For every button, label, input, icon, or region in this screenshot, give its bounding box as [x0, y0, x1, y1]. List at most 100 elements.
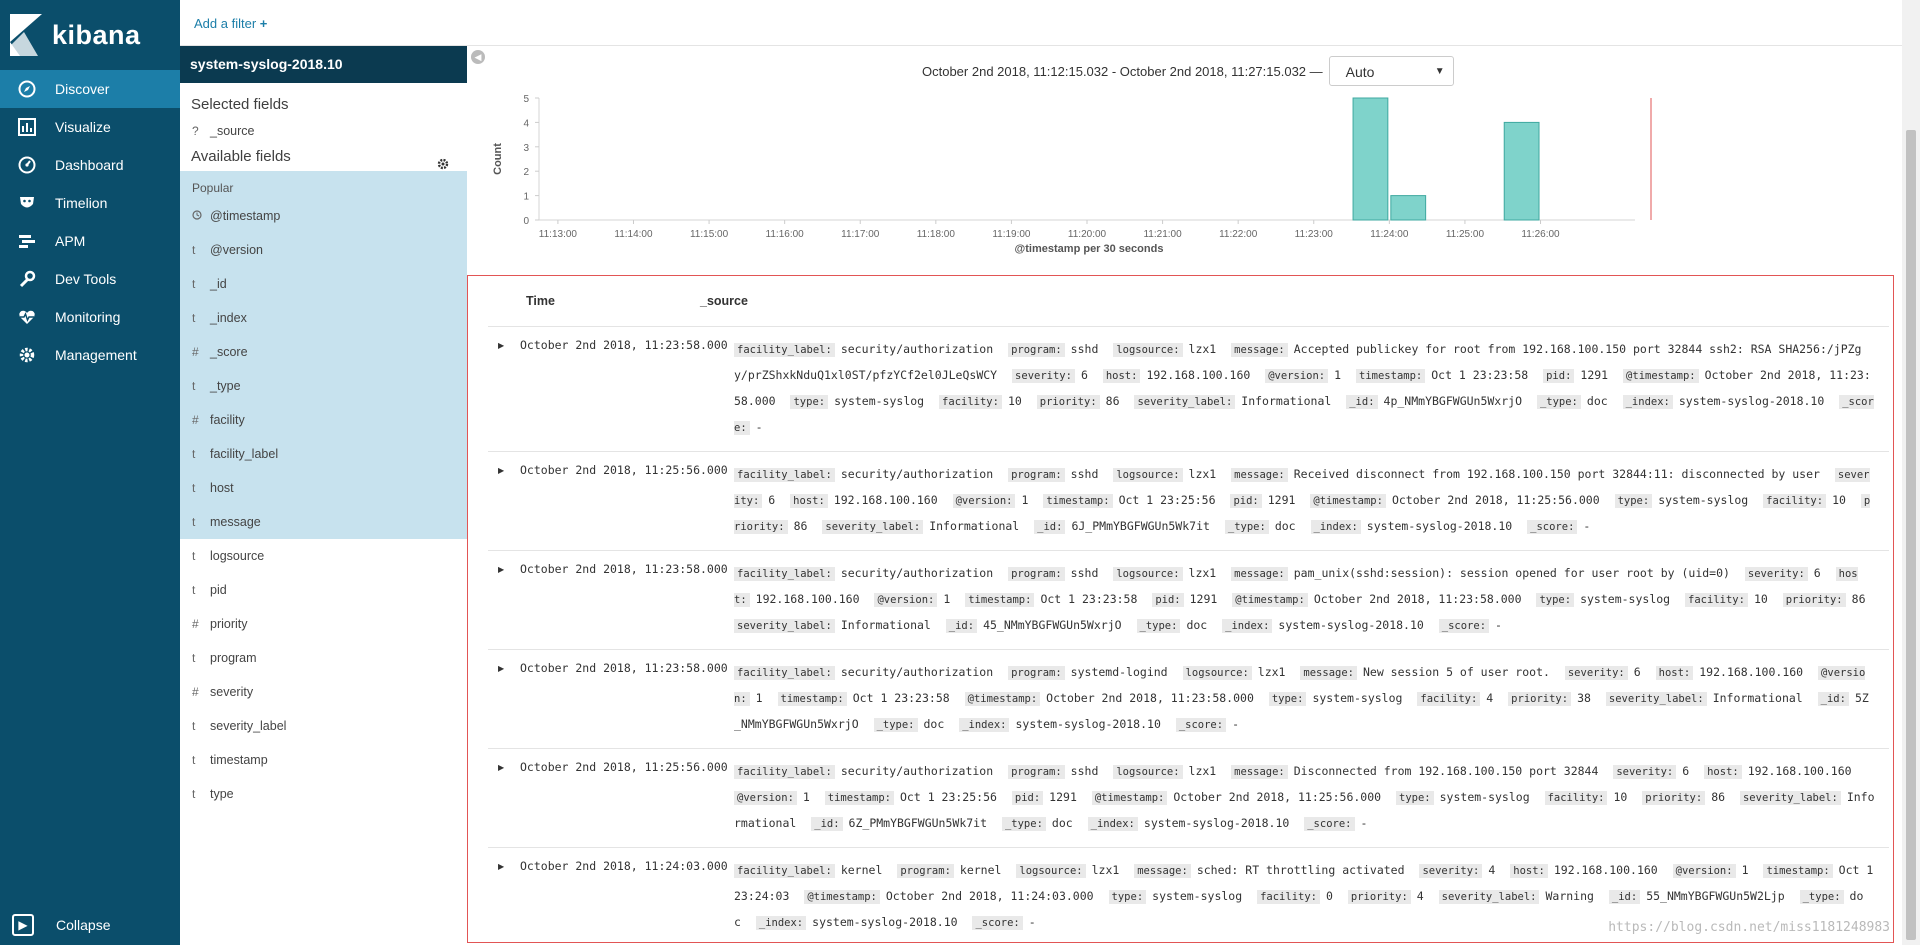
source-field-key: _index:	[1622, 395, 1673, 409]
expand-row-icon[interactable]: ▶	[488, 462, 504, 540]
histogram-bar[interactable]	[1390, 195, 1427, 221]
source-field-key: program:	[1008, 468, 1065, 482]
field-item-facility[interactable]: # facility	[180, 403, 467, 437]
field-settings-gear-icon[interactable]	[437, 152, 449, 180]
interval-value: Auto	[1345, 64, 1375, 80]
source-field-value: 6	[1682, 764, 1690, 778]
nav-item-visualize[interactable]: Visualize	[0, 108, 180, 146]
source-field-key: program:	[897, 864, 954, 878]
source-field-value: October 2nd 2018, 11:25:56.000	[1391, 493, 1600, 507]
expand-row-icon[interactable]: ▶	[488, 660, 504, 738]
source-field-key: timestamp:	[777, 692, 847, 706]
field-type-icon: #	[192, 685, 199, 699]
table-row[interactable]: ▶ October 2nd 2018, 11:23:58.000 facility_…	[488, 550, 1889, 649]
field-item-severitylabel[interactable]: t severity_label	[180, 709, 467, 743]
source-field-value: lzx1	[1257, 665, 1286, 679]
source-field-value: 6	[1080, 368, 1088, 382]
field-item-source[interactable]: ? _source	[180, 119, 467, 143]
interval-select[interactable]: Auto ▼	[1328, 56, 1454, 86]
source-field-key: type:	[1268, 692, 1307, 706]
row-source: facility_label: security/authorization pr…	[734, 561, 1889, 639]
source-field-value: October 2nd 2018, 11:25:56.000	[1173, 790, 1382, 804]
expand-row-icon[interactable]: ▶	[488, 759, 504, 837]
expand-row-icon[interactable]: ▶	[488, 337, 504, 441]
table-row[interactable]: ▶ October 2nd 2018, 11:25:56.000 facility_…	[488, 748, 1889, 847]
field-type-icon: t	[192, 787, 196, 801]
field-name: _id	[210, 277, 227, 291]
collapse-button[interactable]: ▶ Collapse	[0, 905, 180, 945]
time-range-text[interactable]: October 2nd 2018, 11:12:15.032 - October…	[922, 64, 1323, 79]
nav-item-timelion[interactable]: Timelion	[0, 184, 180, 222]
nav-item-monitoring[interactable]: Monitoring	[0, 298, 180, 336]
source-field-key: _id:	[811, 817, 843, 831]
field-item-timestamp[interactable]: t timestamp	[180, 743, 467, 777]
field-item-severity[interactable]: # severity	[180, 675, 467, 709]
nav-item-apm[interactable]: APM	[0, 222, 180, 260]
source-field-key: logsource:	[1113, 468, 1183, 482]
nav-item-dashboard[interactable]: Dashboard	[0, 146, 180, 184]
source-field-key: _index:	[1222, 619, 1273, 633]
field-item-timestamp[interactable]: @timestamp	[180, 199, 467, 233]
table-row[interactable]: ▶ October 2nd 2018, 11:25:56.000 facility_…	[488, 451, 1889, 550]
field-item-facilitylabel[interactable]: t facility_label	[180, 437, 467, 471]
page-scrollbar[interactable]	[1902, 0, 1920, 945]
histogram-bar[interactable]	[1503, 121, 1540, 221]
nav-item-management[interactable]: Management	[0, 336, 180, 374]
source-field-key: severity_label:	[822, 520, 924, 534]
expand-row-icon[interactable]: ▶	[488, 561, 504, 639]
source-field-key: timestamp:	[1356, 369, 1426, 383]
source-field-value: 1291	[1189, 592, 1218, 606]
nav-item-discover[interactable]: Discover	[0, 70, 180, 108]
time-column-header[interactable]: Time	[468, 294, 700, 308]
source-field-key: priority:	[1508, 692, 1572, 706]
source-field-key: type:	[1108, 890, 1147, 904]
kibana-logo[interactable]: kibana	[0, 0, 180, 70]
table-row[interactable]: ▶ October 2nd 2018, 11:23:58.000 facility_…	[488, 326, 1889, 451]
popular-fields-group: Popular @timestamp t @version t _id t _index # _…	[180, 171, 467, 539]
field-name: facility_label	[210, 447, 279, 461]
source-field-key: severity:	[1613, 765, 1677, 779]
nav-item-label: Monitoring	[55, 309, 121, 325]
nav-item-dev-tools[interactable]: Dev Tools	[0, 260, 180, 298]
field-name: severity_label	[210, 719, 287, 733]
table-header: Time _source	[468, 276, 1893, 326]
collapse-sidebar-icon[interactable]: ◀	[471, 50, 485, 64]
field-type-icon: #	[192, 345, 199, 359]
source-field-key: _index:	[959, 718, 1010, 732]
add-filter-link[interactable]: Add a filter +	[194, 16, 267, 31]
field-item-score[interactable]: # _score	[180, 335, 467, 369]
field-item-type[interactable]: t _type	[180, 369, 467, 403]
row-source: facility_label: security/authorization pr…	[734, 660, 1889, 738]
available-fields-heading: Available fields	[180, 143, 467, 171]
source-field-key: facility:	[1257, 890, 1320, 904]
field-item-index[interactable]: t _index	[180, 301, 467, 335]
histogram-bar[interactable]	[1352, 97, 1389, 221]
source-field-key: _id:	[1608, 890, 1641, 904]
source-field-value: system-syslog-2018.10	[1678, 394, 1825, 408]
scrollbar-thumb[interactable]	[1906, 130, 1916, 940]
source-field-key: priority:	[1347, 890, 1411, 904]
expand-row-icon[interactable]: ▶	[488, 858, 504, 936]
source-field-value: lzx1	[1188, 467, 1217, 481]
field-item-message[interactable]: t message	[180, 505, 467, 539]
source-field-key: _id:	[1034, 520, 1066, 534]
field-item-priority[interactable]: # priority	[180, 607, 467, 641]
source-field-key: host:	[1510, 864, 1548, 878]
source-field-value: lzx1	[1188, 764, 1217, 778]
field-item-logsource[interactable]: t logsource	[180, 539, 467, 573]
table-row[interactable]: ▶ October 2nd 2018, 11:23:58.000 facility_…	[488, 649, 1889, 748]
field-item-host[interactable]: t host	[180, 471, 467, 505]
field-type-icon: t	[192, 379, 196, 393]
field-item-pid[interactable]: t pid	[180, 573, 467, 607]
source-field-value: 6J_PMmYBGFWGUn5Wk7it	[1071, 519, 1210, 533]
available-fields-title: Available fields	[191, 148, 291, 165]
source-field-key: @timestamp:	[964, 692, 1041, 706]
field-name: _index	[210, 311, 247, 325]
field-item-id[interactable]: t _id	[180, 267, 467, 301]
field-item-program[interactable]: t program	[180, 641, 467, 675]
source-column-header[interactable]: _source	[700, 294, 748, 308]
field-item-version[interactable]: t @version	[180, 233, 467, 267]
histogram-chart[interactable]: 0 1 2 3 4 5 11:13:00 11:14:00 11:15:00 11:16:00 11…	[487, 86, 1902, 266]
index-pattern-title[interactable]: system-syslog-2018.10	[180, 46, 467, 83]
field-item-type[interactable]: t type	[180, 777, 467, 811]
